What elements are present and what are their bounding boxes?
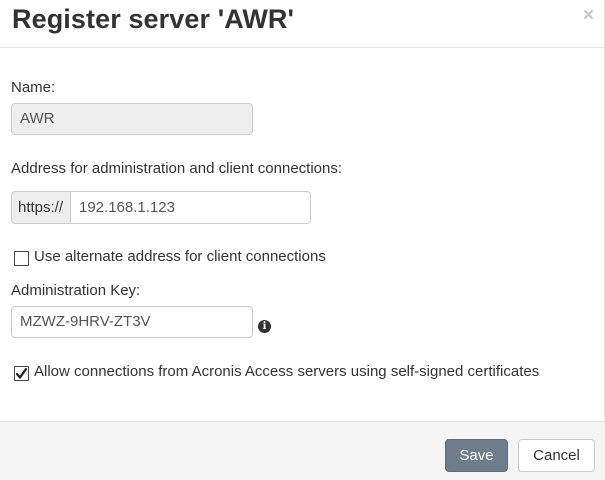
name-label: Name: [11,79,56,96]
address-field[interactable]: 192.168.1.123 [70,191,311,224]
alternate-address-checkbox[interactable] [14,251,29,266]
alternate-address-label[interactable]: Use alternate address for client connect… [34,248,326,265]
self-signed-label[interactable]: Allow connections from Acronis Access se… [34,363,539,380]
cancel-button[interactable]: Cancel [518,439,595,472]
dialog-footer: Save Cancel [0,421,605,480]
address-protocol-prefix: https:// [11,191,71,224]
self-signed-checkbox[interactable] [14,366,29,381]
register-server-dialog: Register server 'AWR' × Name: AWR Addres… [0,0,605,480]
admin-key-label: Administration Key: [11,282,141,299]
name-field[interactable]: AWR [11,103,253,135]
dialog-title: Register server 'AWR' [12,4,295,34]
info-icon[interactable]: i [258,320,271,333]
admin-key-field[interactable]: MZWZ-9HRV-ZT3V [11,306,253,338]
address-label: Address for administration and client co… [11,160,343,177]
dialog-header: Register server 'AWR' × [0,0,605,48]
save-button[interactable]: Save [445,439,508,472]
checkmark-icon [15,367,28,379]
close-icon[interactable]: × [583,6,594,26]
